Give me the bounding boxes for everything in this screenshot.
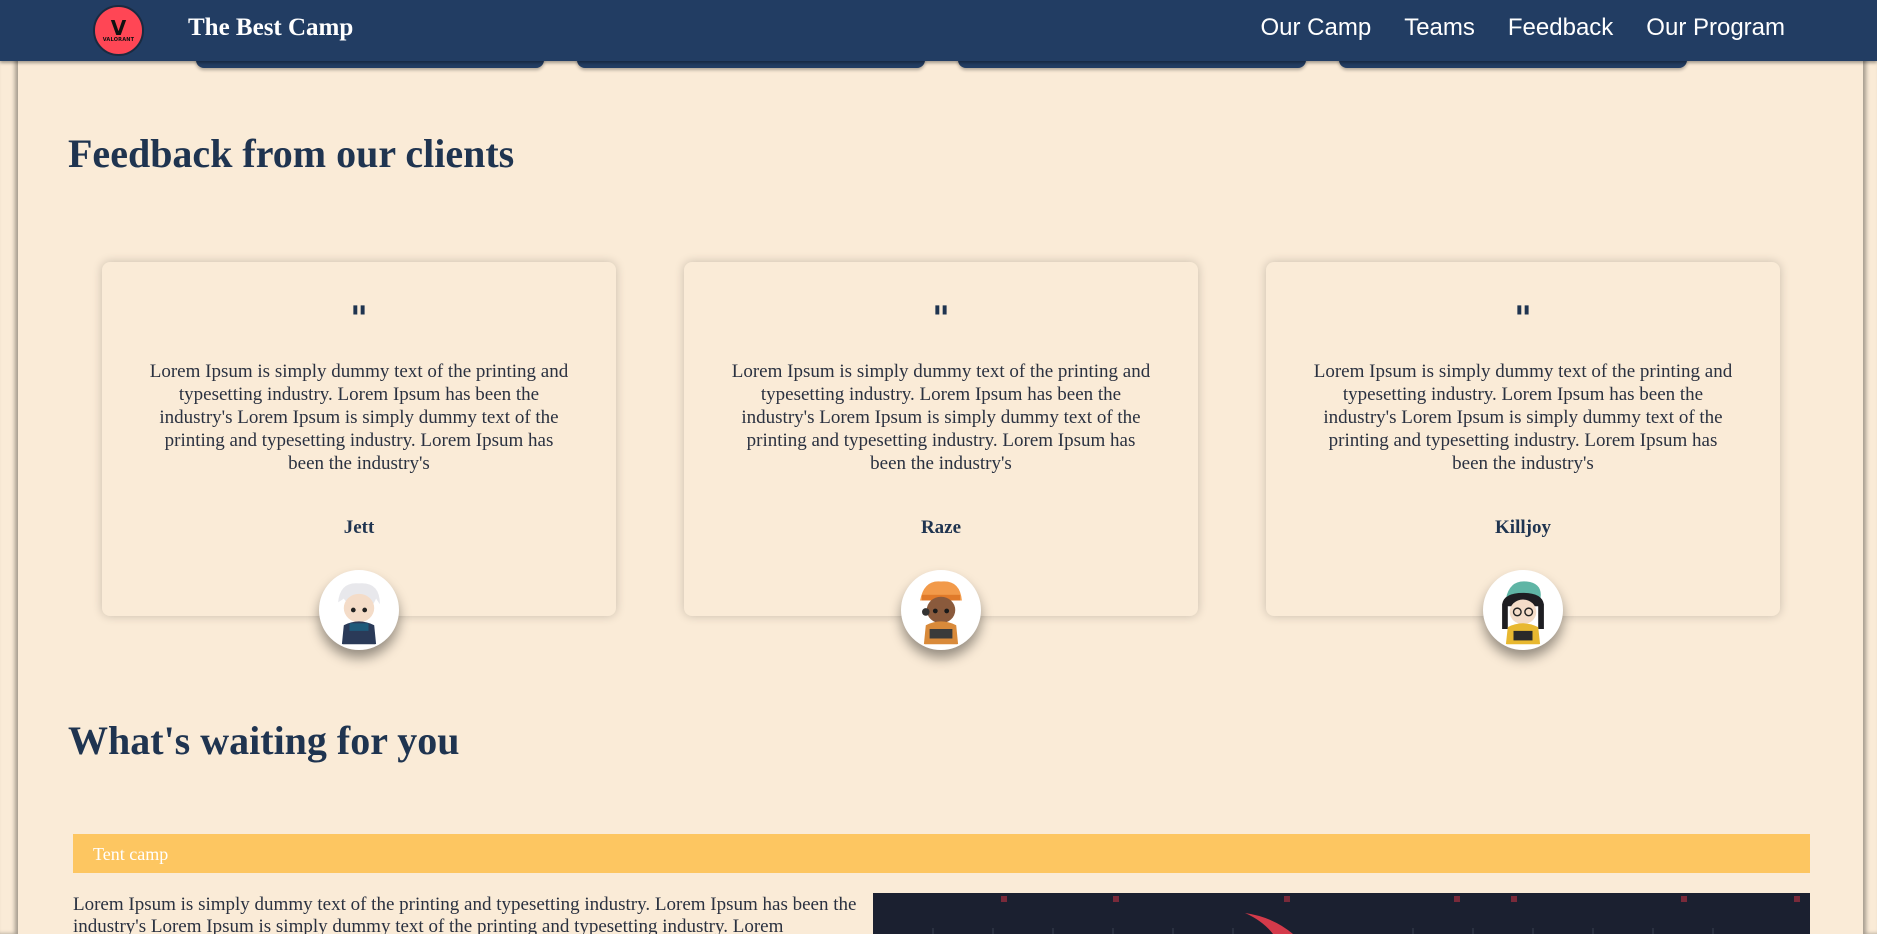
nav-link-our-camp[interactable]: Our Camp [1261,14,1372,42]
feedback-text: Lorem Ipsum is simply dummy text of the … [731,361,1151,474]
tent-camp-image [873,893,1810,934]
nav-link-teams[interactable]: Teams [1404,14,1475,42]
client-name: Jett [343,517,375,538]
tent-camp-description: Lorem Ipsum is simply dummy text of the … [73,894,857,934]
page-frame-right [1863,0,1877,934]
client-name: Raze [920,517,962,538]
page-frame-left [0,0,18,934]
feedback-text: Lorem Ipsum is simply dummy text of the … [1313,361,1733,474]
client-avatar-killjoy [1483,570,1563,650]
feedback-section-title: Feedback from our clients [68,131,515,176]
nav-links: Our Camp Teams Feedback Our Program [1261,14,1786,42]
valorant-v-icon: V [110,15,127,40]
feedback-card-jett: " Lorem Ipsum is simply dummy text of th… [102,262,616,650]
nav-link-our-program[interactable]: Our Program [1646,14,1785,42]
nav-link-feedback[interactable]: Feedback [1508,14,1613,42]
client-name: Killjoy [1495,517,1551,538]
logo-text: VALORANT [102,36,135,43]
client-avatar-raze [901,570,981,650]
tent-camp-label: Tent camp [93,844,169,864]
valorant-logo[interactable]: V VALORANT [93,5,144,56]
quote-icon: " [350,299,368,339]
client-avatar-jett [319,570,399,650]
tent-camp-accordion-header[interactable]: Tent camp [73,834,1810,873]
waiting-section-title: What's waiting for you [68,718,460,763]
quote-icon: " [1514,299,1532,339]
feedback-card-killjoy: " Lorem Ipsum is simply dummy text of th… [1266,262,1780,650]
feedback-card-raze: " Lorem Ipsum is simply dummy text of th… [684,262,1198,650]
brand-title[interactable]: The Best Camp [188,14,353,42]
quote-icon: " [932,299,950,339]
navbar: V VALORANT The Best Camp Our Camp Teams … [0,0,1877,61]
feedback-text: Lorem Ipsum is simply dummy text of the … [149,361,569,474]
